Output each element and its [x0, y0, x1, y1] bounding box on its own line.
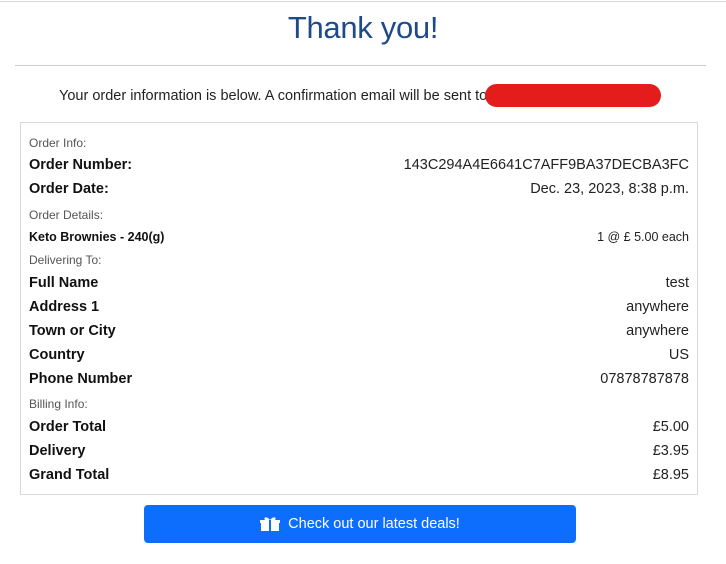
order-item-row: Keto Brownies - 240(g) 1 @ £ 5.00 each — [29, 230, 689, 244]
intro-text: Your order information is below. A confi… — [59, 88, 488, 104]
item-name: Keto Brownies - 240(g) — [29, 230, 165, 244]
deals-button-label: Check out our latest deals! — [288, 516, 460, 532]
order-date-row: Order Date: Dec. 23, 2023, 8:38 p.m. — [29, 181, 689, 197]
section-label: Order Details: — [29, 208, 104, 222]
order-number-value: 143C294A4E6641C7AFF9BA37DECBA3FC — [403, 157, 689, 173]
field-label: Delivery — [29, 443, 86, 459]
section-label: Billing Info: — [29, 397, 88, 411]
item-qty-price: 1 @ £ 5.00 each — [597, 230, 689, 244]
delivery-row: Delivery £3.95 — [29, 443, 689, 459]
page-title: Thank you! — [287, 10, 439, 45]
order-number-label: Order Number: — [29, 157, 133, 173]
field-value: £5.00 — [652, 419, 689, 435]
country-row: Country US — [29, 347, 689, 363]
grand-total-row: Grand Total £8.95 — [29, 467, 689, 483]
full-name-row: Full Name test — [29, 275, 689, 291]
section-heading-order-info: Order Info: — [29, 136, 689, 150]
field-label: Order Total — [29, 419, 107, 435]
phone-number-row: Phone Number 07878787878 — [29, 371, 689, 387]
field-value: 07878787878 — [600, 371, 689, 387]
section-heading-billing-info: Billing Info: — [29, 397, 689, 411]
section-heading-delivering-to: Delivering To: — [29, 253, 689, 267]
field-value: test — [665, 275, 689, 291]
gift-icon — [260, 516, 281, 532]
order-number-row: Order Number: 143C294A4E6641C7AFF9BA37DE… — [29, 157, 689, 173]
latest-deals-button[interactable]: Check out our latest deals! — [144, 505, 576, 543]
section-heading-order-details: Order Details: — [29, 208, 689, 222]
field-label: Address 1 — [29, 299, 100, 315]
intro-message: Your order information is below. A confi… — [59, 84, 662, 107]
field-value: US — [668, 347, 689, 363]
field-value: £8.95 — [652, 467, 689, 483]
field-value: anywhere — [626, 323, 689, 339]
field-label: Grand Total — [29, 467, 110, 483]
field-label: Country — [29, 347, 85, 363]
top-divider — [0, 1, 726, 2]
address-1-row: Address 1 anywhere — [29, 299, 689, 315]
order-date-value: Dec. 23, 2023, 8:38 p.m. — [530, 181, 689, 197]
section-label: Order Info: — [29, 136, 87, 150]
section-label: Delivering To: — [29, 253, 102, 267]
field-value: £3.95 — [652, 443, 689, 459]
order-total-row: Order Total £5.00 — [29, 419, 689, 435]
title-divider — [15, 65, 706, 66]
order-date-label: Order Date: — [29, 181, 109, 197]
field-label: Town or City — [29, 323, 116, 339]
field-value: anywhere — [626, 299, 689, 315]
redacted-email — [485, 84, 662, 107]
town-or-city-row: Town or City anywhere — [29, 323, 689, 339]
order-summary-panel: Order Info: Order Number: 143C294A4E6641… — [20, 122, 698, 495]
field-label: Full Name — [29, 275, 99, 291]
field-label: Phone Number — [29, 371, 133, 387]
